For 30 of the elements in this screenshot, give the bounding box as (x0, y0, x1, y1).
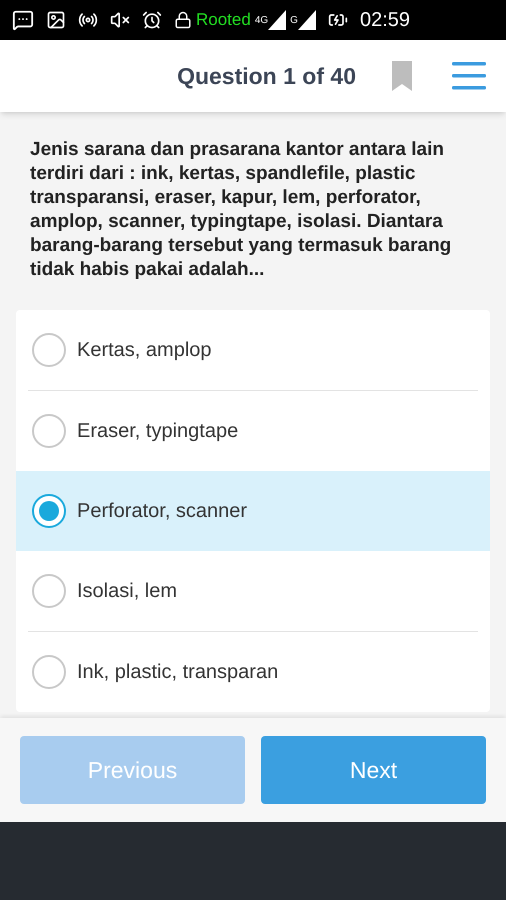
option-label: Kertas, amplop (77, 338, 212, 363)
option-label: Isolasi, lem (77, 579, 178, 604)
answer-option[interactable]: Eraser, typingtape (16, 391, 490, 471)
lock-icon (174, 11, 192, 29)
signal-icon (298, 10, 316, 30)
clock-time: 02:59 (360, 8, 410, 33)
signal-label: G (290, 14, 298, 28)
message-icon (12, 9, 34, 31)
answer-option[interactable]: Ink, plastic, transparan (16, 632, 490, 712)
radio-button[interactable] (32, 414, 66, 448)
menu-icon[interactable] (452, 61, 486, 91)
question-text: Jenis sarana dan prasarana kantor antara lain terdiri dari : ink, kertas, spandlefile, plastic transparansi, eraser, kapur, lem, perforator, amplop, scanner, typingtape, isolasi. Diantara barang-barang tersebut yang termasuk barang tidak habis pakai adalah... (29, 138, 452, 282)
image-icon (46, 10, 66, 30)
question-counter: Question 1 of 40 (177, 62, 356, 91)
bookmark-icon[interactable] (392, 61, 412, 91)
option-label: Perforator, scanner (77, 499, 248, 524)
radio-button[interactable] (32, 574, 66, 608)
option-label: Eraser, typingtape (77, 419, 238, 444)
answer-option[interactable]: Isolasi, lem (16, 551, 490, 631)
radio-button[interactable] (32, 494, 66, 528)
radio-button[interactable] (32, 655, 66, 689)
alarm-icon (142, 10, 162, 30)
network-label: 4G (254, 14, 268, 28)
mute-icon (110, 10, 130, 30)
root-label: Rooted (196, 9, 251, 32)
signal-icon (268, 10, 286, 30)
radio-button[interactable] (32, 333, 66, 367)
answer-option[interactable]: Kertas, amplop (16, 310, 490, 390)
answer-option[interactable]: Perforator, scanner (16, 471, 490, 551)
option-label: Ink, plastic, transparan (77, 660, 278, 685)
